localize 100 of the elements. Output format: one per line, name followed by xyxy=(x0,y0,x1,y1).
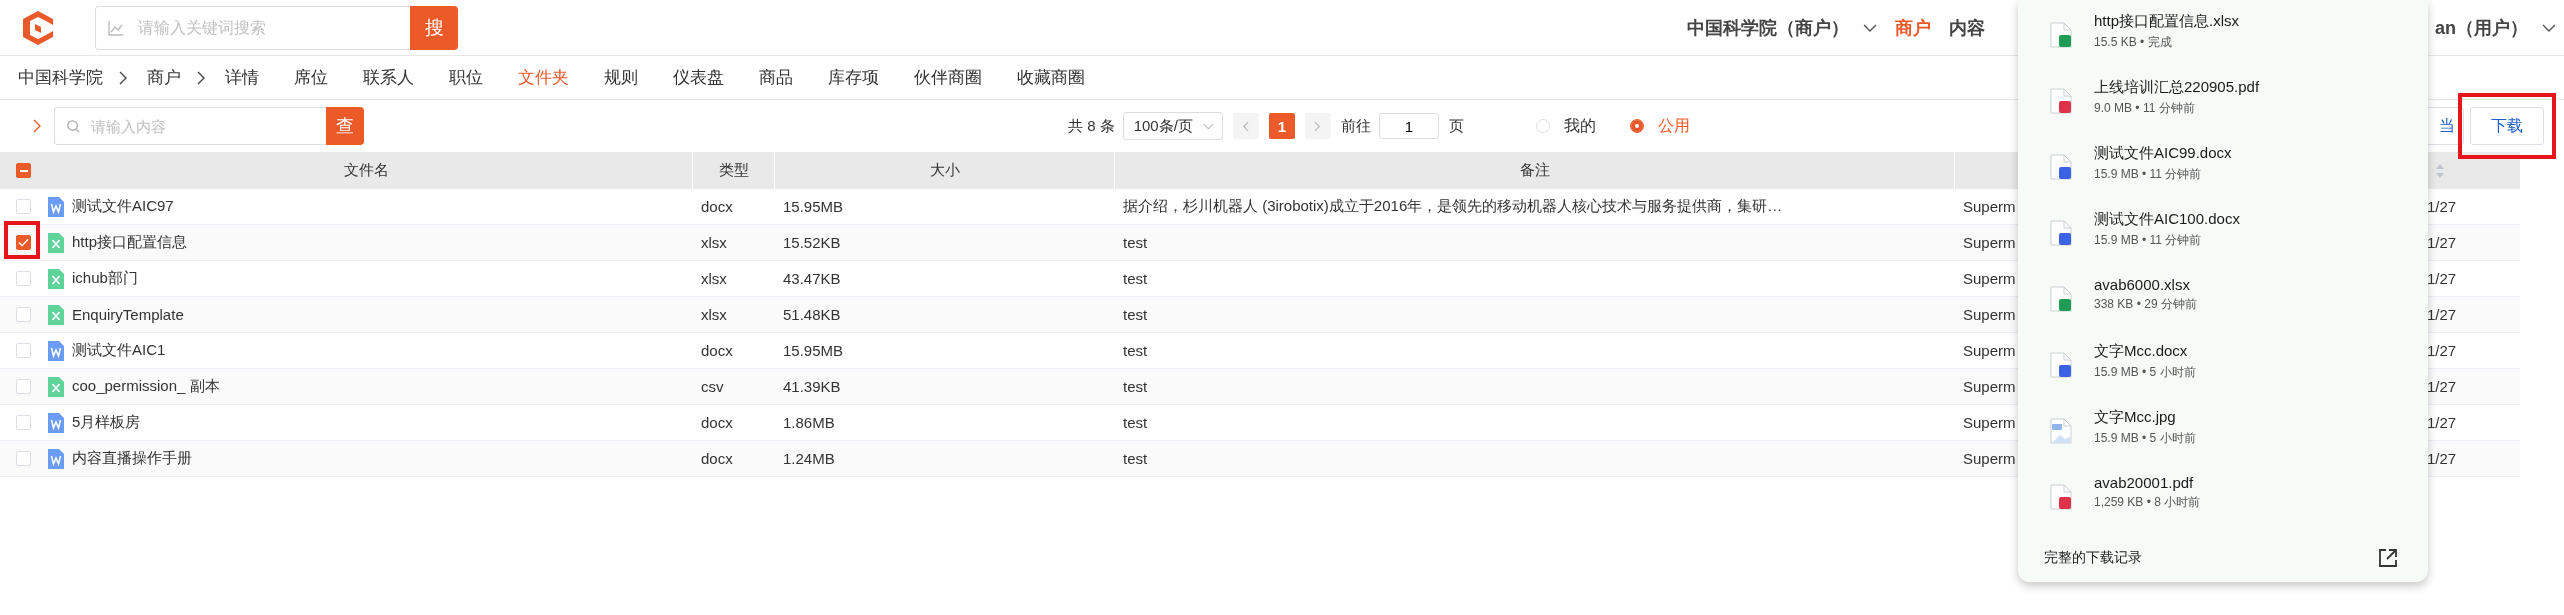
select-all-checkbox[interactable] xyxy=(16,163,31,178)
download-item[interactable]: avab20001.pdf 1,259 KB • 8 小时前 xyxy=(2018,474,2428,540)
file-name[interactable]: 5月样板房 xyxy=(72,413,141,432)
spreadsheet-icon xyxy=(48,304,64,325)
tab[interactable]: 席位 xyxy=(294,66,328,89)
tab[interactable]: 商品 xyxy=(759,66,793,89)
page-input[interactable]: 1 xyxy=(1378,113,1439,139)
table-cell: csv xyxy=(701,378,724,395)
table-cell: 1/27 xyxy=(2427,270,2457,287)
external-link-icon[interactable] xyxy=(2378,548,2398,568)
table-cell: test xyxy=(1123,450,1148,467)
download-info: 1,259 KB • 8 小时前 xyxy=(2094,494,2201,511)
file-name[interactable]: 测试文件AIC1 xyxy=(72,341,166,360)
download-item[interactable]: 测试文件AIC99.docx 15.9 MB • 11 分钟前 xyxy=(2018,144,2428,210)
table-cell: Superm xyxy=(1963,234,2016,251)
tab[interactable]: 联系人 xyxy=(363,66,414,89)
file-icon xyxy=(2050,88,2072,114)
user-menu[interactable]: an（用户） xyxy=(2435,15,2528,40)
radio-option[interactable]: 我的 xyxy=(1535,115,1596,137)
spreadsheet-icon xyxy=(48,268,64,289)
action-button[interactable]: 下载 xyxy=(2469,107,2544,145)
tab[interactable]: 伙伴商圈 xyxy=(914,66,982,89)
download-item[interactable]: 文字Mcc.jpg 15.9 MB • 5 小时前 xyxy=(2018,408,2428,474)
table-cell: 1/27 xyxy=(2427,414,2457,431)
table-cell: Superm xyxy=(1963,306,2016,323)
chevron-right-icon xyxy=(1314,120,1322,132)
table-cell: 15.52KB xyxy=(783,234,841,251)
tab[interactable]: 文件夹 xyxy=(518,66,569,89)
tab[interactable]: 规则 xyxy=(604,66,638,89)
tab[interactable]: 详情 xyxy=(225,66,259,89)
breadcrumb-link[interactable]: 商户 xyxy=(147,66,181,89)
file-name[interactable]: 内容直播操作手册 xyxy=(72,449,192,468)
page-size-select[interactable]: 100条/页 xyxy=(1122,112,1223,140)
table-cell: 1/27 xyxy=(2427,198,2457,215)
table-cell: test xyxy=(1123,414,1148,431)
chevron-down-icon xyxy=(1202,122,1214,130)
file-icon xyxy=(2050,154,2072,180)
sort-icon[interactable] xyxy=(2435,162,2445,179)
chevron-down-icon xyxy=(2542,23,2556,32)
image-file-icon xyxy=(2050,418,2072,444)
download-file-name: avab6000.xlsx xyxy=(2094,276,2191,293)
file-name[interactable]: http接口配置信息 xyxy=(72,233,188,252)
download-info: 15.9 MB • 11 分钟前 xyxy=(2094,232,2203,249)
table-cell: docx xyxy=(701,342,733,359)
file-name[interactable]: EnquiryTemplate xyxy=(72,306,184,323)
download-item[interactable]: 文字Mcc.docx 15.9 MB • 5 小时前 xyxy=(2018,342,2428,408)
download-file-name: avab20001.pdf xyxy=(2094,474,2195,491)
org-menu[interactable]: 中国科学院（商户） xyxy=(1687,15,1849,40)
download-info: 338 KB • 29 分钟前 xyxy=(2094,296,2197,313)
table-cell: Superm xyxy=(1963,450,2016,467)
table-cell: 41.39KB xyxy=(783,378,841,395)
image-search-icon xyxy=(107,18,125,37)
total-count: 共 8 条 xyxy=(1068,116,1115,136)
download-info: 15.5 KB • 完成 xyxy=(2094,34,2173,51)
tab[interactable]: 职位 xyxy=(449,66,483,89)
file-icon xyxy=(2050,352,2072,378)
chevron-right-icon xyxy=(119,70,127,85)
nav-link[interactable]: 内容 xyxy=(1949,15,1985,40)
table-cell: Superm xyxy=(1963,378,2016,395)
file-name[interactable]: 测试文件AIC97 xyxy=(72,197,174,216)
radio-option[interactable]: 公用 xyxy=(1629,115,1690,137)
table-cell: 1/27 xyxy=(2427,342,2457,359)
document-icon xyxy=(48,196,64,217)
goto-label: 前往 xyxy=(1340,116,1371,136)
search-field[interactable]: 请输入关键词搜索 xyxy=(95,5,410,50)
download-item[interactable]: 测试文件AIC100.docx 15.9 MB • 11 分钟前 xyxy=(2018,210,2428,276)
tab[interactable]: 库存项 xyxy=(828,66,879,89)
table-cell: 43.47KB xyxy=(783,270,841,287)
row-checkbox[interactable] xyxy=(16,235,31,250)
download-item[interactable]: avab6000.xlsx 338 KB • 29 分钟前 xyxy=(2018,276,2428,342)
table-cell: 据介绍，杉川机器人 (3irobotix)成立于2016年，是领先的移动机器人核心技术与服务提供商，集研… xyxy=(1123,197,1783,216)
column-header: 备注 xyxy=(1115,152,1955,189)
breadcrumb-link[interactable]: 中国科学院 xyxy=(18,66,103,89)
table-cell: Superm xyxy=(1963,270,2016,287)
tab[interactable]: 收藏商圈 xyxy=(1017,66,1085,89)
tab[interactable]: 仪表盘 xyxy=(673,66,724,89)
table-cell: 1.24MB xyxy=(783,450,835,467)
download-file-name: http接口配置信息.xlsx xyxy=(2094,12,2240,31)
document-icon xyxy=(48,340,64,361)
spreadsheet-icon xyxy=(48,232,64,253)
search-field[interactable]: 请输入内容 xyxy=(54,107,326,145)
download-item[interactable]: http接口配置信息.xlsx 15.5 KB • 完成 xyxy=(2018,12,2428,78)
download-file-name: 文字Mcc.jpg xyxy=(2094,408,2177,427)
table-cell: docx xyxy=(701,450,733,467)
file-name[interactable]: coo_permission_ 副本 xyxy=(72,377,220,396)
table-cell: test xyxy=(1123,342,1148,359)
download-history-link[interactable]: 完整的下载记录 xyxy=(2044,549,2142,567)
chevron-left-icon xyxy=(1242,120,1250,132)
chevron-right-icon[interactable] xyxy=(33,119,41,133)
table-cell: test xyxy=(1123,378,1148,395)
file-icon xyxy=(2050,220,2072,246)
document-icon xyxy=(48,448,64,469)
download-info: 15.9 MB • 5 小时前 xyxy=(2094,430,2196,447)
spreadsheet-icon xyxy=(48,376,64,397)
table-cell: 1/27 xyxy=(2427,306,2457,323)
table-cell: docx xyxy=(701,414,733,431)
table-cell: 51.48KB xyxy=(783,306,841,323)
file-name[interactable]: ichub部门 xyxy=(72,269,138,288)
download-file-name: 上线培训汇总220905.pdf xyxy=(2094,78,2260,97)
download-file-name: 测试文件AIC99.docx xyxy=(2094,144,2232,163)
